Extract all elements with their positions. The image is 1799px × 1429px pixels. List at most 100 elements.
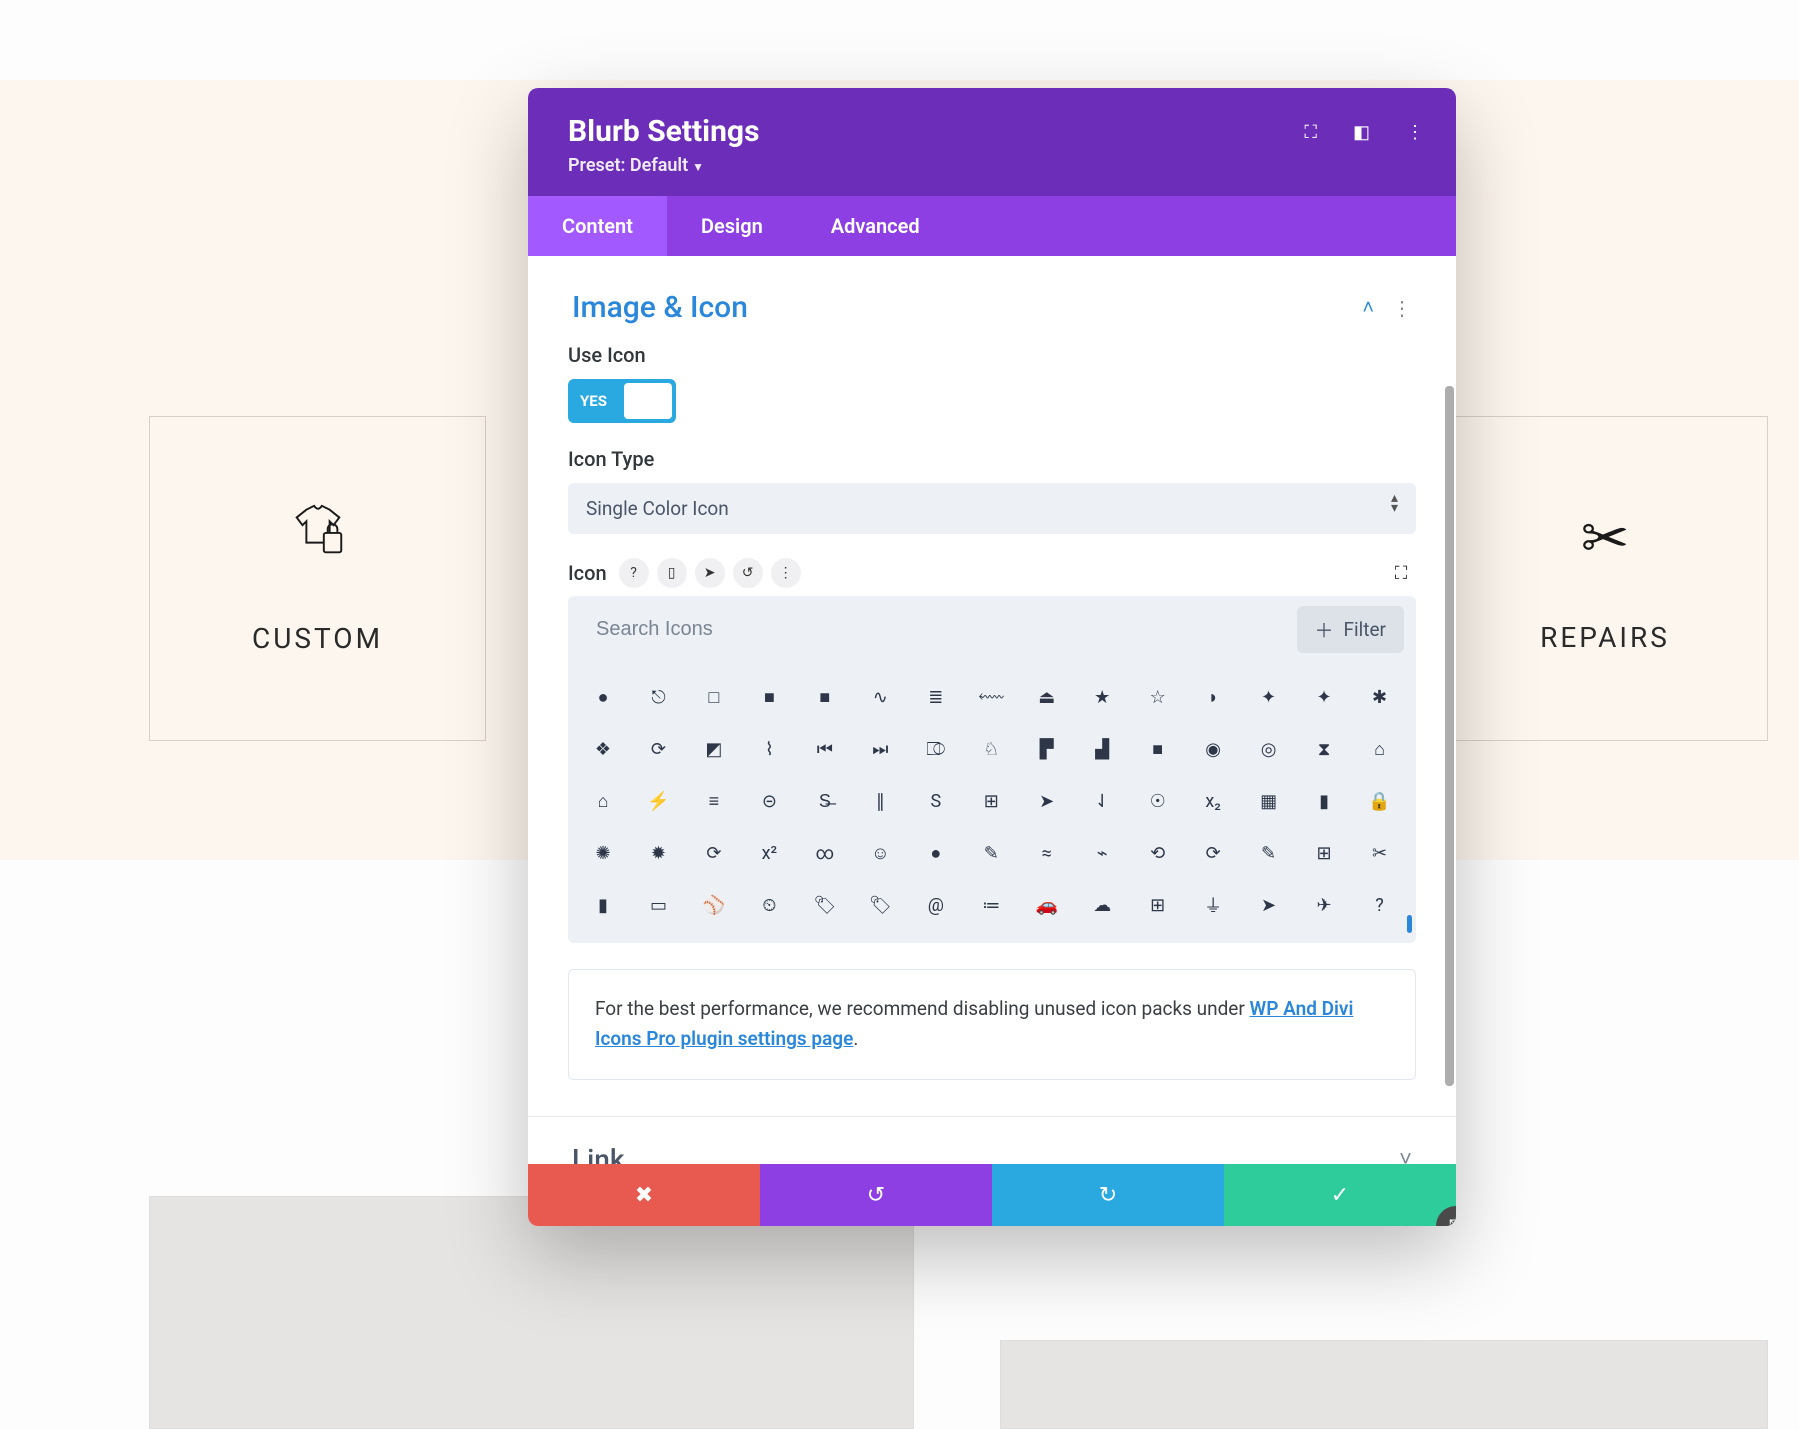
icon-option[interactable]: ⌂ [576, 775, 630, 827]
icon-option[interactable]: ⊞ [1297, 827, 1351, 879]
icon-option[interactable]: ⧗ [1297, 723, 1351, 775]
icon-option[interactable]: ⏏ [1020, 671, 1074, 723]
blurb-card-custom[interactable]: CUSTOM [149, 416, 486, 741]
icon-option[interactable]: ◩ [687, 723, 741, 775]
icon-option[interactable]: ❖ [576, 723, 630, 775]
icon-option[interactable]: ◗ [1186, 671, 1240, 723]
icon-option[interactable]: ✈ [1297, 879, 1351, 931]
icon-option[interactable]: ✦ [1297, 671, 1351, 723]
icon-option[interactable]: ✺ [576, 827, 630, 879]
icon-option[interactable]: ▟ [1075, 723, 1129, 775]
icon-option[interactable]: S [909, 775, 963, 827]
icon-option[interactable]: □ [687, 671, 741, 723]
icon-option[interactable]: ☆ [1131, 671, 1185, 723]
icon-option[interactable]: ☁ [1075, 879, 1129, 931]
save-button[interactable]: ✓ [1224, 1164, 1456, 1226]
reset-icon[interactable]: ↺ [733, 558, 763, 588]
icon-option[interactable]: ✹ [631, 827, 685, 879]
icon-option[interactable]: ∞ [798, 827, 852, 879]
preset-selector[interactable]: Preset: Default▼ [568, 155, 1416, 176]
undo-button[interactable]: ↺ [760, 1164, 992, 1226]
icon-option[interactable]: ? [1353, 879, 1407, 931]
cancel-button[interactable]: ✖ [528, 1164, 760, 1226]
icon-option[interactable]: ▦ [1242, 775, 1296, 827]
scrollbar-thumb[interactable] [1445, 386, 1454, 1086]
icon-option[interactable]: ⎄ [909, 723, 963, 775]
section-link[interactable]: Link ˅ [568, 1117, 1416, 1164]
icon-option[interactable]: ▛ [1020, 723, 1074, 775]
more-icon[interactable]: ⋮ [771, 558, 801, 588]
icon-option[interactable]: ■ [798, 671, 852, 723]
icon-option[interactable]: ⟳ [687, 827, 741, 879]
icon-option[interactable]: ⏮ [798, 723, 852, 775]
icon-option[interactable]: ⎋ [631, 671, 685, 723]
icon-option[interactable]: ♘ [964, 723, 1018, 775]
icon-option[interactable]: ◉ [1186, 723, 1240, 775]
icon-option[interactable]: @ [909, 879, 963, 931]
icon-option[interactable]: ⏚ [1186, 879, 1240, 931]
icon-option[interactable]: S̶ [798, 775, 852, 827]
use-icon-toggle[interactable]: YES [568, 379, 676, 423]
filter-button[interactable]: ＋ Filter [1297, 606, 1405, 653]
icon-option[interactable]: ■ [1131, 723, 1185, 775]
blurb-card-repairs[interactable]: ✂ REPAIRS [1442, 416, 1768, 741]
icon-option[interactable]: ⊞ [1131, 879, 1185, 931]
icon-type-select[interactable]: Single Color Icon ▴▾ [568, 483, 1416, 534]
help-icon[interactable]: ? [619, 558, 649, 588]
icon-option[interactable]: ⊝ [742, 775, 796, 827]
icon-option[interactable]: ≔ [964, 879, 1018, 931]
split-view-icon[interactable]: ◧ [1353, 122, 1370, 143]
icon-option[interactable]: ➤ [1020, 775, 1074, 827]
icon-option[interactable]: 🏷 [853, 879, 907, 931]
cursor-icon[interactable]: ➤ [695, 558, 725, 588]
icon-option[interactable]: ⊞ [964, 775, 1018, 827]
icon-option[interactable]: x₂ [1186, 775, 1240, 827]
icon-option[interactable]: ✦ [1242, 671, 1296, 723]
icon-option[interactable]: 🚗 [1020, 879, 1074, 931]
icon-option[interactable]: ✎ [964, 827, 1018, 879]
icon-option[interactable]: ● [576, 671, 630, 723]
icon-option[interactable]: ⇃ [1075, 775, 1129, 827]
icon-option[interactable]: ◎ [1242, 723, 1296, 775]
icon-option[interactable]: ■ [742, 671, 796, 723]
tab-content[interactable]: Content [528, 196, 667, 256]
icon-option[interactable]: ✂ [1353, 827, 1407, 879]
icon-option[interactable]: 🔒 [1353, 775, 1407, 827]
device-icon[interactable]: ▯ [657, 558, 687, 588]
icon-option[interactable]: ✎ [1242, 827, 1296, 879]
icon-option[interactable]: ☉ [1131, 775, 1185, 827]
icon-option[interactable]: ⌇ [742, 723, 796, 775]
icon-option[interactable]: ⌂ [1353, 723, 1407, 775]
expand-icon[interactable]: ⛶ [1304, 122, 1317, 143]
icon-option[interactable]: ⟳ [1186, 827, 1240, 879]
search-icons-input[interactable] [596, 618, 1297, 641]
icon-option[interactable]: ▮ [576, 879, 630, 931]
icon-option[interactable]: ⏭ [853, 723, 907, 775]
tab-advanced[interactable]: Advanced [797, 196, 954, 256]
icon-option[interactable]: ⟳ [631, 723, 685, 775]
icon-option[interactable]: ▭ [631, 879, 685, 931]
icon-option[interactable]: ★ [1075, 671, 1129, 723]
icon-option[interactable]: ● [909, 827, 963, 879]
icon-option[interactable]: ✱ [1353, 671, 1407, 723]
icon-option[interactable]: ∥ [853, 775, 907, 827]
redo-button[interactable]: ↻ [992, 1164, 1224, 1226]
icon-option[interactable]: ≣ [909, 671, 963, 723]
icon-option[interactable]: ∿ [853, 671, 907, 723]
section-image-icon[interactable]: Image & Icon ˄ ⋮ [568, 280, 1416, 343]
icon-option[interactable]: x² [742, 827, 796, 879]
icon-option[interactable]: ☺ [853, 827, 907, 879]
section-more-icon[interactable]: ⋮ [1392, 296, 1412, 320]
icon-option[interactable]: ≈ [1020, 827, 1074, 879]
expand-picker-icon[interactable]: ⛶ [1386, 558, 1416, 588]
chevron-up-icon[interactable]: ˄ [1362, 295, 1374, 320]
icon-option[interactable]: ≡ [687, 775, 741, 827]
more-icon[interactable]: ⋮ [1406, 122, 1424, 143]
icon-option[interactable]: ⌁ [1075, 827, 1129, 879]
tab-design[interactable]: Design [667, 196, 797, 256]
icon-option[interactable]: ⏲ [742, 879, 796, 931]
icon-option[interactable]: ➤ [1242, 879, 1296, 931]
icon-grid-scrollthumb[interactable] [1407, 915, 1412, 933]
icon-option[interactable]: ⟲ [1131, 827, 1185, 879]
icon-option[interactable]: ⚡ [631, 775, 685, 827]
